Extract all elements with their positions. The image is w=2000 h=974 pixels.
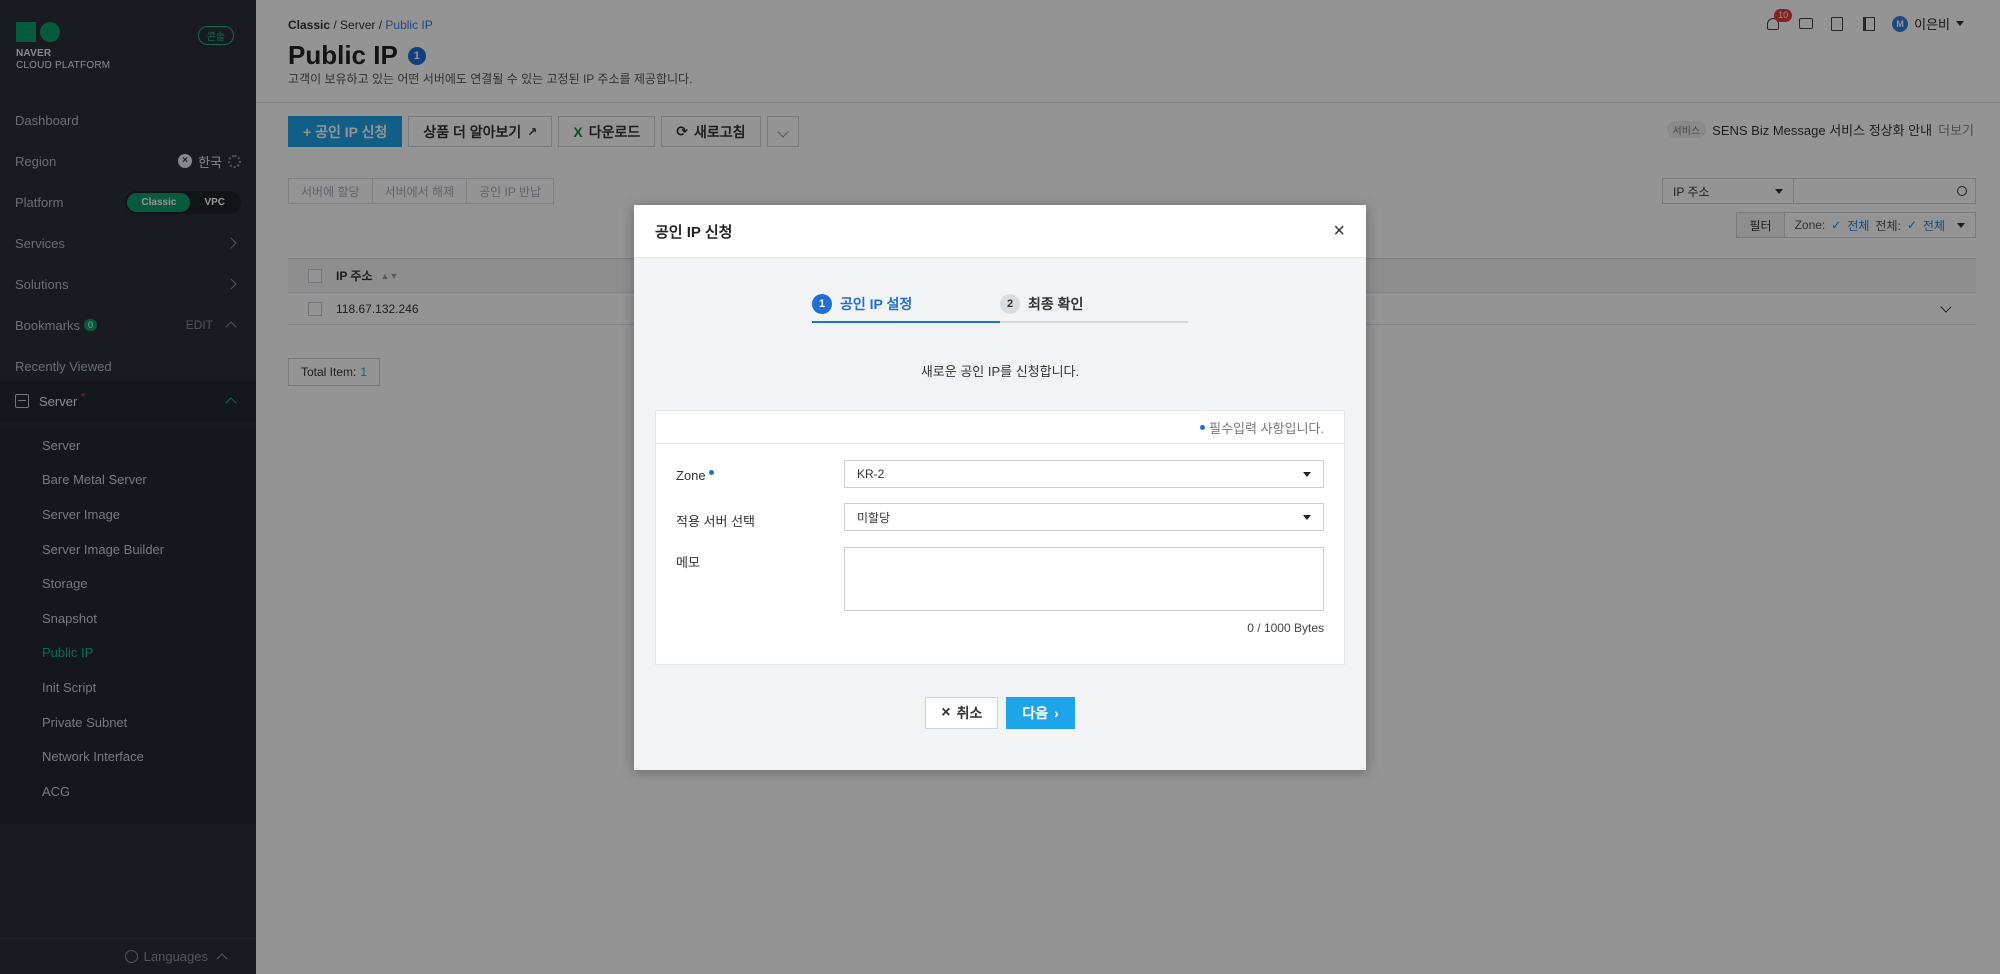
next-label: 다음 bbox=[1022, 705, 1049, 721]
modal-buttons: × 취소 다음 › bbox=[634, 697, 1366, 729]
close-icon: × bbox=[941, 704, 951, 721]
memo-row: 메모 bbox=[676, 547, 1324, 611]
memo-textarea[interactable] bbox=[844, 547, 1324, 611]
caret-down-icon bbox=[1303, 471, 1311, 477]
step-2-label: 최종 확인 bbox=[1028, 296, 1084, 312]
step-final-confirm: 2 최종 확인 bbox=[1000, 287, 1188, 323]
next-button[interactable]: 다음 › bbox=[1006, 697, 1075, 729]
modal-header: 공인 IP 신청 × bbox=[634, 205, 1366, 258]
cancel-button[interactable]: × 취소 bbox=[925, 697, 999, 729]
memo-byte-counter: 0 / 1000 Bytes bbox=[1247, 621, 1324, 635]
server-select-label: 적용 서버 선택 bbox=[676, 514, 755, 529]
server-row: 적용 서버 선택 미할당 bbox=[676, 503, 1324, 531]
step-1-label: 공인 IP 설정 bbox=[840, 296, 913, 312]
zone-select[interactable]: KR-2 bbox=[844, 460, 1324, 488]
step-public-ip-settings: 1 공인 IP 설정 bbox=[812, 287, 1000, 323]
chevron-right-icon: › bbox=[1054, 705, 1059, 721]
memo-label: 메모 bbox=[676, 555, 700, 570]
modal-title: 공인 IP 신청 bbox=[655, 223, 733, 241]
required-note: 필수입력 사항입니다. bbox=[656, 411, 1344, 444]
server-select[interactable]: 미할당 bbox=[844, 503, 1324, 531]
cancel-label: 취소 bbox=[956, 705, 983, 721]
step-2-number: 2 bbox=[1000, 294, 1020, 314]
zone-value: KR-2 bbox=[857, 467, 885, 481]
modal-description: 새로운 공인 IP를 신청합니다. bbox=[920, 364, 1080, 379]
required-note-text: 필수입력 사항입니다. bbox=[1209, 420, 1324, 436]
public-ip-form: 필수입력 사항입니다. Zone KR-2 적용 서버 선택 미할당 메모 0 … bbox=[655, 410, 1345, 665]
required-dot bbox=[1200, 424, 1206, 430]
step-1-number: 1 bbox=[812, 294, 832, 314]
close-icon[interactable]: × bbox=[1333, 221, 1345, 241]
zone-label: Zone bbox=[676, 468, 706, 483]
zone-row: Zone KR-2 bbox=[676, 460, 1324, 488]
apply-public-ip-dialog: 공인 IP 신청 × 1 공인 IP 설정 2 최종 확인 새로운 공인 IP를… bbox=[634, 205, 1366, 770]
server-select-value: 미할당 bbox=[857, 510, 891, 525]
caret-down-icon bbox=[1303, 514, 1311, 520]
required-dot bbox=[708, 470, 714, 475]
stepper: 1 공인 IP 설정 2 최종 확인 bbox=[812, 287, 1188, 323]
